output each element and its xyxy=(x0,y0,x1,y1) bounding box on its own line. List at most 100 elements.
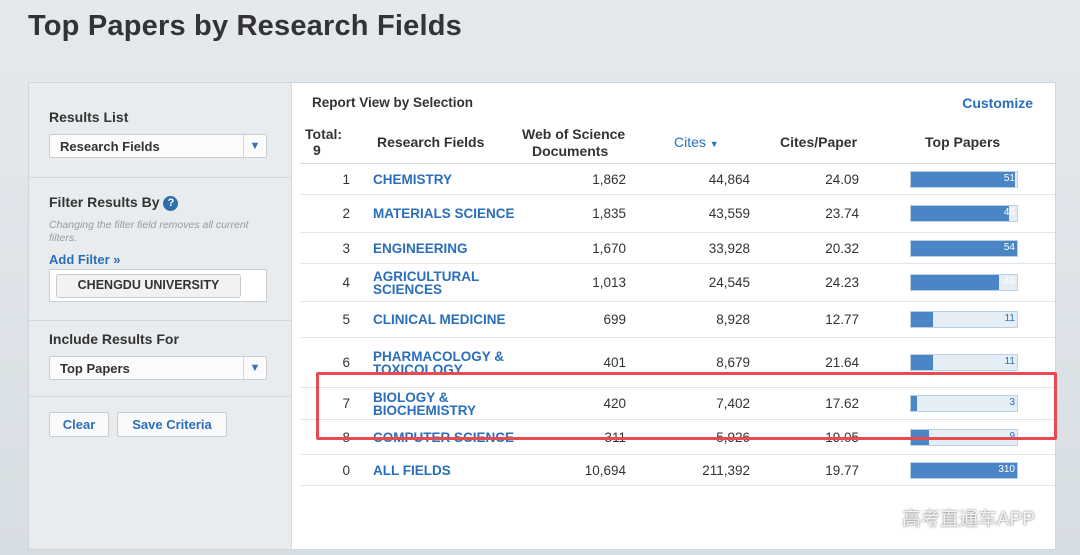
report-main: Report View by Selection Customize Total… xyxy=(292,83,1055,549)
docs-cell: 1,013 xyxy=(523,263,626,302)
watermark: 高考直通车APP xyxy=(902,509,1036,530)
save-criteria-button[interactable]: Save Criteria xyxy=(117,412,227,437)
field-link[interactable]: ENGINEERING xyxy=(360,232,523,264)
cites-per-paper-cell: 24.23 xyxy=(750,263,859,302)
table-row: 5 CLINICAL MEDICINE 699 8,928 12.77 11 xyxy=(300,301,1055,338)
docs-cell: 10,694 xyxy=(523,454,626,486)
clear-button[interactable]: Clear xyxy=(49,412,109,437)
filter-results-label: Filter Results By? xyxy=(49,194,179,211)
sidebar: Results List Research Fields ▼ Filter Re… xyxy=(29,83,292,549)
top-papers-cell: 51 xyxy=(859,164,1055,195)
divider xyxy=(29,396,291,397)
divider xyxy=(29,320,291,321)
top-papers-count: 48 xyxy=(1003,207,1015,218)
cites-cell: 44,864 xyxy=(626,164,750,195)
total-label: Total: xyxy=(305,126,343,142)
top-papers-bar-fill xyxy=(911,275,999,290)
top-papers-cell: 310 xyxy=(859,454,1055,486)
wos-documents-line2: Documents xyxy=(532,143,609,159)
cites-per-paper-cell: 20.32 xyxy=(750,232,859,264)
top-papers-bar[interactable]: 310 xyxy=(910,461,1018,479)
top-papers-bar-fill xyxy=(911,355,934,370)
cites-per-paper-cell: 19.77 xyxy=(750,454,859,486)
cites-per-paper-header[interactable]: Cites/Paper xyxy=(780,134,857,150)
research-fields-header[interactable]: Research Fields xyxy=(377,134,484,150)
top-papers-cell: 45 xyxy=(859,263,1055,302)
divider xyxy=(29,177,291,178)
docs-cell: 1,835 xyxy=(523,194,626,233)
top-papers-bar[interactable]: 11 xyxy=(910,354,1018,371)
rank-cell: 4 xyxy=(300,263,360,302)
cites-cell: 8,928 xyxy=(626,301,750,338)
rank-cell: 5 xyxy=(300,301,360,338)
top-papers-cell: 54 xyxy=(859,232,1055,264)
top-papers-header[interactable]: Top Papers xyxy=(925,134,1000,150)
table-row: 0 ALL FIELDS 10,694 211,392 19.77 310 xyxy=(300,454,1055,486)
top-papers-count: 54 xyxy=(1003,241,1015,253)
top-papers-count: 11 xyxy=(1004,313,1015,324)
cites-header-label: Cites xyxy=(674,134,706,150)
filter-box: CHENGDU UNIVERSITY xyxy=(49,269,267,302)
filter-results-text: Filter Results By xyxy=(49,194,160,210)
field-link[interactable]: CLINICAL MEDICINE xyxy=(360,301,523,338)
cites-per-paper-cell: 23.74 xyxy=(750,194,859,233)
top-papers-count: 310 xyxy=(998,463,1015,475)
results-list-label: Results List xyxy=(49,109,129,125)
field-link[interactable]: MATERIALS SCIENCE xyxy=(360,194,523,233)
docs-cell: 1,670 xyxy=(523,232,626,264)
table-row: 3 ENGINEERING 1,670 33,928 20.32 54 xyxy=(300,232,1055,264)
table-row: 4 AGRICULTURAL SCIENCES 1,013 24,545 24.23 45 xyxy=(300,263,1055,302)
results-list-value: Research Fields xyxy=(60,139,160,154)
top-papers-cell: 48 xyxy=(859,194,1055,233)
wos-documents-line1: Web of Science xyxy=(522,126,626,142)
cites-cell: 24,545 xyxy=(626,263,750,302)
docs-cell: 699 xyxy=(523,301,626,338)
top-papers-bar[interactable]: 48 xyxy=(910,205,1018,222)
field-link[interactable]: AGRICULTURAL SCIENCES xyxy=(360,263,523,302)
top-papers-count: 51 xyxy=(1003,172,1015,184)
rank-cell: 1 xyxy=(300,164,360,195)
include-results-label: Include Results For xyxy=(49,331,179,347)
top-papers-bar-fill xyxy=(911,206,1009,221)
cites-per-paper-cell: 24.09 xyxy=(750,164,859,195)
page-title: Top Papers by Research Fields xyxy=(28,10,462,42)
rank-cell: 0 xyxy=(300,454,360,486)
cites-cell: 43,559 xyxy=(626,194,750,233)
top-papers-bar-fill xyxy=(911,312,934,327)
field-link[interactable]: ALL FIELDS xyxy=(360,454,523,486)
table-row: 2 MATERIALS SCIENCE 1,835 43,559 23.74 48 xyxy=(300,194,1055,233)
top-papers-bar-fill xyxy=(911,171,1015,187)
wos-documents-header[interactable]: Web of Science Documents xyxy=(522,126,625,160)
top-papers-count: 45 xyxy=(1003,276,1015,287)
top-papers-bar[interactable]: 11 xyxy=(910,311,1018,328)
chevron-down-icon: ▼ xyxy=(243,357,266,379)
top-papers-bar[interactable]: 54 xyxy=(910,239,1018,257)
chevron-down-icon: ▼ xyxy=(243,135,266,157)
include-results-value: Top Papers xyxy=(60,361,130,376)
report-panel: Results List Research Fields ▼ Filter Re… xyxy=(28,82,1056,550)
cites-cell: 33,928 xyxy=(626,232,750,264)
cites-per-paper-cell: 12.77 xyxy=(750,301,859,338)
highlight-box xyxy=(316,372,1057,440)
table-row: 1 CHEMISTRY 1,862 44,864 24.09 51 xyxy=(300,164,1055,195)
cites-cell: 211,392 xyxy=(626,454,750,486)
top-papers-count: 11 xyxy=(1004,356,1015,367)
results-list-select[interactable]: Research Fields ▼ xyxy=(49,134,267,158)
top-papers-bar-fill xyxy=(911,240,1017,256)
help-icon[interactable]: ? xyxy=(163,195,179,211)
top-papers-bar[interactable]: 45 xyxy=(910,274,1018,291)
filter-chip[interactable]: CHENGDU UNIVERSITY xyxy=(56,274,241,298)
docs-cell: 1,862 xyxy=(523,164,626,195)
include-results-select[interactable]: Top Papers ▼ xyxy=(49,356,267,380)
cites-header[interactable]: Cites ▼ xyxy=(674,134,719,150)
sort-desc-icon: ▼ xyxy=(709,139,719,149)
top-papers-bar[interactable]: 51 xyxy=(910,170,1018,188)
customize-link[interactable]: Customize xyxy=(962,95,1033,111)
add-filter-link[interactable]: Add Filter » xyxy=(49,252,121,267)
total-header: Total: 9 xyxy=(305,126,342,158)
rank-cell: 2 xyxy=(300,194,360,233)
total-count: 9 xyxy=(313,142,321,158)
rank-cell: 3 xyxy=(300,232,360,264)
filter-hint: Changing the filter field removes all cu… xyxy=(49,219,249,244)
field-link[interactable]: CHEMISTRY xyxy=(360,164,523,195)
